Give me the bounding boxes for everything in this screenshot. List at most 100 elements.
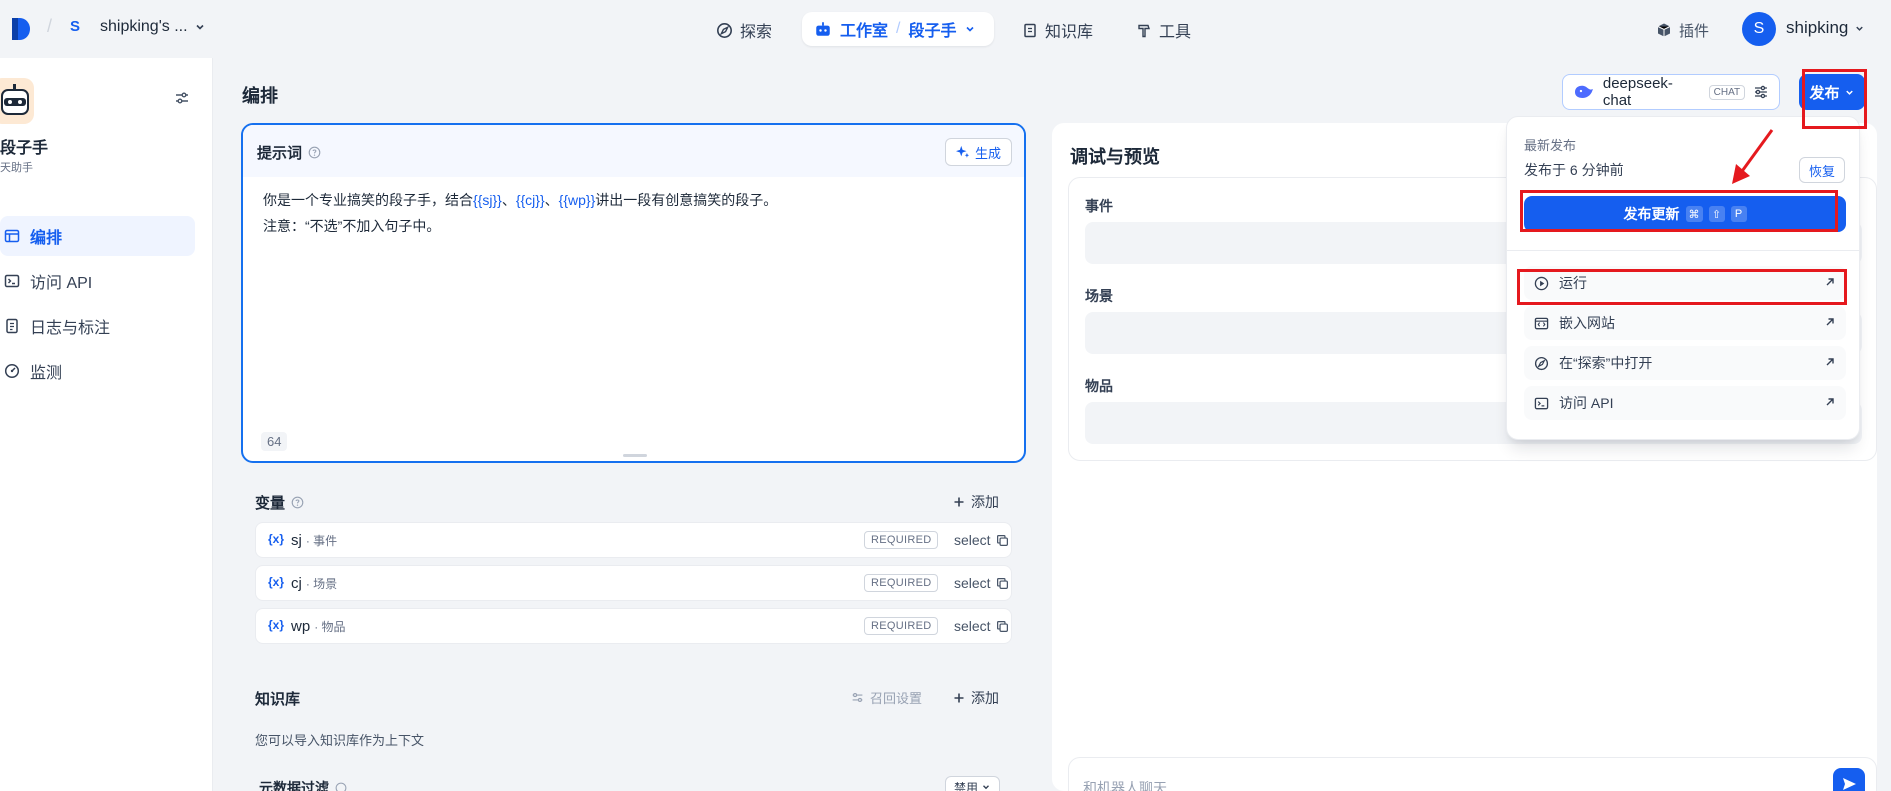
arrow-up-right-icon bbox=[1826, 358, 1834, 366]
chevron-down-icon[interactable] bbox=[964, 23, 976, 35]
gauge-icon bbox=[4, 363, 20, 379]
sidebar-item-monitor[interactable]: 监测 bbox=[0, 351, 195, 391]
chat-input[interactable]: 和机器人聊天 bbox=[1068, 757, 1877, 791]
required-badge: REQUIRED bbox=[864, 531, 939, 549]
dropdown-item-embed[interactable]: 嵌入网站 bbox=[1524, 306, 1846, 340]
dropdown-item-label: 访问 API bbox=[1559, 395, 1614, 411]
knowledge-section: 知识库 召回设置 添加 您可以导入知识库作为上下文 元数据过滤 禁用 bbox=[241, 670, 1026, 791]
workspace-switcher[interactable]: shipking's ... bbox=[100, 18, 206, 36]
chevron-down-icon bbox=[983, 785, 989, 790]
character-count: 64 bbox=[261, 432, 288, 451]
knowledge-description: 您可以导入知识库作为上下文 bbox=[255, 733, 425, 748]
variable-row[interactable]: {x} sj · 事件 REQUIRED select bbox=[255, 522, 1012, 558]
nav-studio-separator: / bbox=[896, 20, 901, 37]
model-mode-badge: CHAT bbox=[1708, 84, 1746, 100]
annotation-box-publish-update bbox=[1520, 190, 1838, 232]
user-avatar[interactable]: S bbox=[1742, 12, 1776, 46]
workspace-initial: S bbox=[70, 18, 81, 35]
help-circle-icon[interactable] bbox=[291, 496, 304, 509]
chat-placeholder: 和机器人聊天 bbox=[1083, 780, 1167, 791]
app-avatar bbox=[0, 78, 34, 124]
prompt-header: 提示词 生成 bbox=[243, 125, 1024, 177]
dify-logo-icon[interactable] bbox=[8, 16, 32, 42]
current-app-label[interactable]: 段子手 bbox=[908, 17, 956, 41]
add-knowledge-button[interactable]: 添加 bbox=[953, 688, 999, 708]
copy-icon[interactable] bbox=[996, 534, 1009, 547]
settings-sliders-icon[interactable] bbox=[174, 90, 190, 106]
prompt-variable-cj: {{cj}} bbox=[515, 192, 545, 208]
variable-type: select bbox=[954, 618, 991, 634]
prompt-title-label: 提示词 bbox=[257, 145, 303, 162]
book-icon bbox=[1024, 23, 1036, 37]
nav-explore[interactable]: 探索 bbox=[716, 16, 772, 44]
breadcrumb-separator: / bbox=[47, 16, 53, 36]
embed-icon bbox=[1534, 317, 1549, 329]
prompt-text: 、 bbox=[544, 192, 559, 208]
model-selector[interactable]: deepseek-chat CHAT bbox=[1562, 74, 1780, 110]
cube-icon bbox=[1657, 23, 1671, 37]
publish-time: 发布于 6 分钟前 bbox=[1524, 162, 1624, 178]
dropdown-item-api[interactable]: 访问 API bbox=[1524, 386, 1846, 420]
restore-button[interactable]: 恢复 bbox=[1799, 157, 1845, 183]
sidebar: 段子手 天助手 编排 访问 API 日志与标注 监测 bbox=[0, 58, 213, 791]
field-label-scene: 场景 bbox=[1085, 288, 1113, 304]
variable-label: · 物品 bbox=[314, 620, 346, 634]
resize-handle[interactable] bbox=[623, 454, 647, 457]
nav-studio[interactable]: 工作室 / 段子手 bbox=[802, 12, 994, 46]
prompt-title: 提示词 bbox=[257, 142, 321, 163]
variable-label: · 场景 bbox=[305, 577, 338, 591]
sparkle-icon bbox=[955, 145, 970, 158]
prompt-variable-sj: {{sj}} bbox=[473, 192, 502, 208]
nav-plugins[interactable]: 插件 bbox=[1656, 16, 1709, 44]
sidebar-item-label: 编排 bbox=[30, 230, 63, 247]
sidebar-item-label: 日志与标注 bbox=[30, 320, 111, 337]
user-name: shipking bbox=[1786, 18, 1849, 37]
variable-key-text: cj bbox=[291, 575, 302, 592]
sidebar-item-api[interactable]: 访问 API bbox=[0, 261, 195, 301]
variables-title-label: 变量 bbox=[255, 495, 286, 512]
help-circle-icon[interactable] bbox=[335, 782, 347, 791]
knowledge-title: 知识库 bbox=[255, 691, 301, 708]
nav-knowledge[interactable]: 知识库 bbox=[1022, 16, 1093, 44]
file-list-icon bbox=[6, 318, 18, 334]
variable-key: sj · 事件 bbox=[291, 532, 337, 549]
metadata-filter-select[interactable]: 禁用 bbox=[945, 776, 1001, 791]
variable-row[interactable]: {x} cj · 场景 REQUIRED select bbox=[255, 565, 1012, 601]
metadata-filter-label: 元数据过滤 bbox=[259, 780, 329, 791]
annotation-box-publish bbox=[1802, 69, 1867, 129]
dropdown-item-label: 嵌入网站 bbox=[1559, 315, 1615, 331]
sidebar-item-logs[interactable]: 日志与标注 bbox=[0, 306, 195, 346]
app-description: 天助手 bbox=[0, 162, 33, 174]
copy-icon[interactable] bbox=[996, 577, 1009, 590]
prompt-textarea[interactable]: 你是一个专业搞笑的段子手，结合{{sj}}、{{cj}}、{{wp}}讲出一段有… bbox=[263, 187, 1003, 239]
nav-tools-label: 工具 bbox=[1159, 24, 1192, 41]
user-menu[interactable]: shipking bbox=[1786, 18, 1865, 38]
variables-title: 变量 bbox=[255, 492, 304, 513]
prompt-text: 、 bbox=[501, 192, 516, 208]
metadata-filter-status: 禁用 bbox=[954, 780, 979, 791]
add-variable-button[interactable]: 添加 bbox=[953, 492, 999, 512]
metadata-filter-title: 元数据过滤 bbox=[259, 778, 347, 791]
nav-knowledge-label: 知识库 bbox=[1045, 24, 1094, 41]
send-button[interactable] bbox=[1833, 768, 1865, 791]
variable-type: select bbox=[954, 575, 991, 591]
hammer-icon bbox=[1138, 24, 1150, 37]
field-label-item: 物品 bbox=[1085, 378, 1113, 394]
nav-tools[interactable]: 工具 bbox=[1136, 16, 1191, 44]
dropdown-item-explore[interactable]: 在“探索”中打开 bbox=[1524, 346, 1846, 380]
compass-icon bbox=[717, 22, 732, 38]
variable-row[interactable]: {x} wp · 物品 REQUIRED select bbox=[255, 608, 1012, 644]
terminal-icon bbox=[4, 274, 20, 288]
help-circle-icon[interactable] bbox=[308, 146, 321, 159]
variable-label: · 事件 bbox=[305, 534, 338, 548]
settings-sliders-icon[interactable] bbox=[1753, 84, 1769, 100]
copy-icon[interactable] bbox=[996, 620, 1009, 633]
recall-settings-button[interactable]: 召回设置 bbox=[851, 688, 922, 707]
terminal-icon bbox=[1534, 397, 1549, 409]
sidebar-item-orchestrate[interactable]: 编排 bbox=[0, 216, 195, 256]
variable-icon: {x} bbox=[268, 575, 285, 589]
deepseek-whale-icon bbox=[1574, 85, 1593, 98]
generate-button[interactable]: 生成 bbox=[944, 138, 1012, 166]
app-name: 段子手 bbox=[0, 140, 49, 157]
dropdown-item-label: 在“探索”中打开 bbox=[1559, 355, 1653, 371]
